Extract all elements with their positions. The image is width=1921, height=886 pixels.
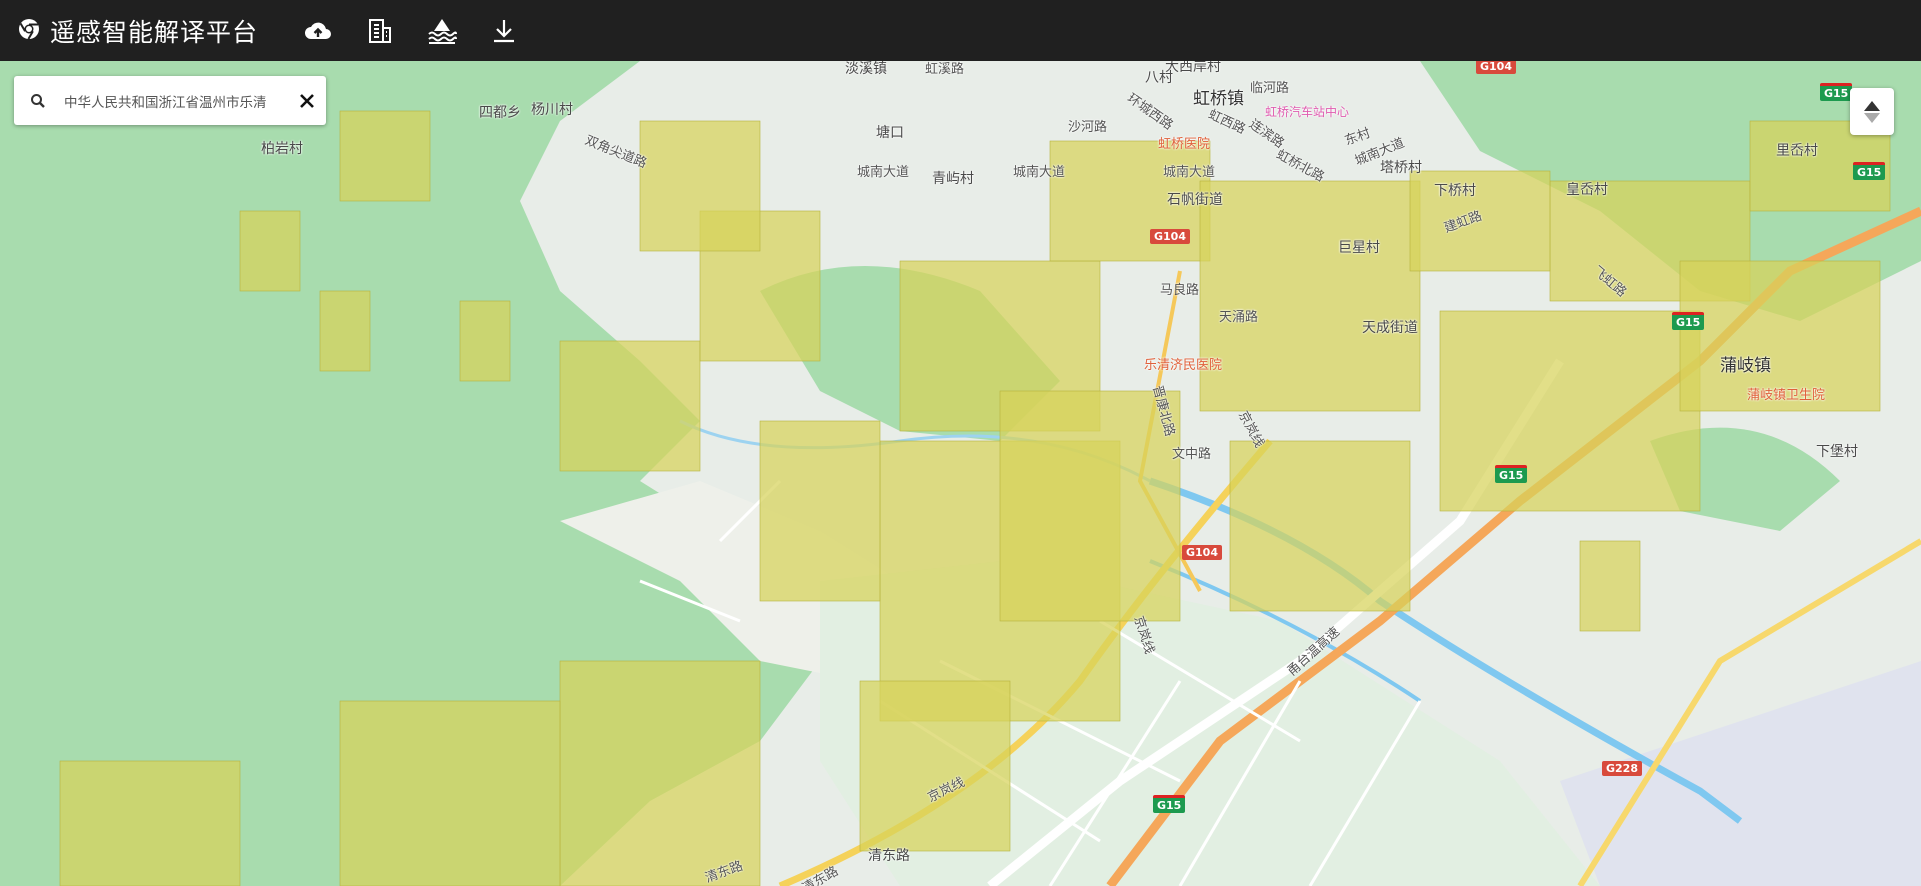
clear-search-button[interactable]	[292, 86, 322, 116]
map-label: 城南大道	[1163, 165, 1216, 180]
cloud-upload-icon	[305, 22, 332, 39]
building-icon	[369, 18, 392, 43]
map-label: 大西岸村	[1165, 61, 1221, 75]
compass-icon	[1864, 100, 1880, 123]
cloud-upload-button[interactable]	[292, 5, 344, 57]
map-label: 淡溪镇	[845, 61, 887, 77]
highway-shield: G228	[1602, 761, 1642, 776]
map-label: 蒲岐镇	[1720, 356, 1771, 376]
close-icon	[300, 93, 314, 108]
water-layer-icon	[428, 18, 458, 44]
map-label: 八村	[1145, 70, 1173, 86]
map-label: 塘口	[876, 125, 904, 141]
map-label: 虹溪路	[925, 62, 965, 77]
water-layer-button[interactable]	[416, 5, 468, 57]
search-icon[interactable]	[14, 93, 62, 109]
map-label: 清东路	[868, 848, 910, 864]
map-label: 虹桥医院	[1158, 137, 1211, 152]
map-label: 下堡村	[1816, 444, 1858, 460]
map-label: 文中路	[1172, 447, 1212, 462]
map-label: 临河路	[1250, 81, 1290, 96]
map-label: 皇岙村	[1566, 182, 1608, 198]
map-label: 里岙村	[1776, 143, 1818, 159]
app-title: 遥感智能解译平台	[50, 17, 259, 47]
map-label: 城南大道	[1013, 165, 1066, 180]
map-label: 杨川村	[531, 102, 573, 118]
map-label: 下桥村	[1434, 183, 1476, 199]
search-box	[14, 76, 326, 125]
map-label: 天成街道	[1362, 320, 1418, 336]
map-label: 塔桥村	[1380, 160, 1422, 176]
map-label: 青屿村	[932, 171, 974, 187]
building-button[interactable]	[354, 5, 406, 57]
map-label: 沙河路	[1068, 120, 1108, 135]
highway-shield: G104	[1150, 229, 1190, 244]
chrome-logo-icon	[18, 18, 40, 44]
map-label: 城南大道	[857, 165, 910, 180]
map-label: 石帆街道	[1167, 192, 1223, 208]
map-label: 天涌路	[1219, 310, 1259, 325]
map-label: 马良路	[1160, 283, 1200, 298]
top-bar: 遥感智能解译平台	[0, 0, 1921, 61]
highway-shield: G15	[1153, 795, 1186, 813]
download-button[interactable]	[478, 5, 530, 57]
brand: 遥感智能解译平台	[18, 13, 258, 49]
map-label: 巨星村	[1338, 240, 1380, 256]
map-label: 虹桥汽车站中心	[1265, 105, 1350, 119]
highway-shield: G104	[1182, 545, 1222, 560]
compass-button[interactable]	[1850, 88, 1894, 135]
map-label: 蒲岐镇卫生院	[1747, 388, 1826, 403]
highway-shield: G15	[1853, 162, 1886, 180]
highway-shield: G15	[1672, 312, 1705, 330]
search-input[interactable]	[62, 91, 292, 110]
download-icon	[494, 19, 515, 42]
highway-shield: G15	[1495, 465, 1528, 483]
map-label: 乐清济民医院	[1144, 358, 1223, 373]
map-label: 柏岩村	[261, 141, 303, 157]
highway-shield: G15	[1820, 83, 1853, 101]
highway-shield: G104	[1476, 61, 1516, 74]
map-label: 四都乡	[479, 105, 521, 121]
map-viewport[interactable]: 淡溪镇 虹溪路 大西岸村 八村 虹桥镇 临河路 虹桥汽车站中心 四都乡 杨川村 …	[0, 61, 1921, 886]
